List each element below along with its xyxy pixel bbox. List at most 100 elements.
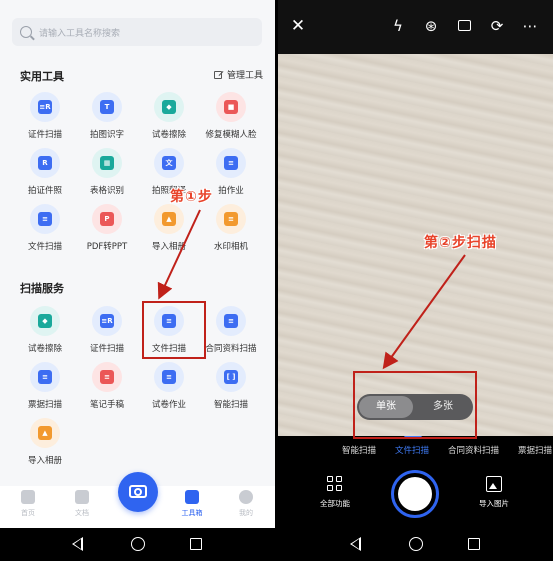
document-icon [75,490,89,504]
recents-icon[interactable] [190,538,202,550]
search-bar[interactable]: 请输入工具名称搜索 [12,18,262,46]
more-icon[interactable]: ⋯ [520,16,540,36]
tool-icon: ≡ [216,306,246,336]
tool-item[interactable]: ≡R 证件扫描 [13,92,77,140]
camera-button[interactable] [118,472,158,512]
tool-label: 文件扫描 [27,242,62,252]
tool-item[interactable]: ◆ 试卷擦除 [13,306,77,354]
tool-item[interactable]: ≡ 水印相机 [199,204,263,252]
import-image-button[interactable]: 导入图片 [464,476,524,509]
all-functions-button[interactable]: 全部功能 [305,476,365,509]
tool-icon-glyph: ▦ [100,156,114,170]
camera-screen: ✕ ϟ ⊛ ⟳ ⋯ 单张 多张 智能扫描 文件扫描 合同资料扫描 票据扫描 全部… [278,0,553,561]
mode-smart-scan[interactable]: 智能扫描 [342,444,376,456]
tool-icon-glyph: R [38,156,52,170]
tool-icon-glyph: T [100,100,114,114]
camera-toolbar: ✕ ϟ ⊛ ⟳ ⋯ [278,0,553,54]
flash-off-icon[interactable]: ϟ [388,16,408,36]
tool-label: 试卷作业 [151,400,186,410]
manage-tools-button[interactable]: 管理工具 [213,68,263,81]
tool-item[interactable]: ≡ 笔记手稿 [75,362,139,410]
tool-item[interactable]: ≡R 证件扫描 [75,306,139,354]
tool-label: PDF转PPT [86,242,128,252]
tool-item[interactable]: ≡ 票据扫描 [13,362,77,410]
tool-icon: ≡ [30,362,60,392]
tool-icon-glyph: ≡ [100,370,114,384]
tool-icon: ▦ [92,148,122,178]
search-icon [20,26,32,38]
tool-label: 证件扫描 [27,130,62,140]
tool-icon: ≡ [154,362,184,392]
tool-label: 表格识别 [89,186,124,196]
tool-icon-glyph: ≡R [38,100,52,114]
tool-icon-glyph: ◆ [162,100,176,114]
tool-icon-glyph: ≡ [162,370,176,384]
nav-docs-label: 文档 [75,509,89,517]
section-title-practical: 实用工具 [20,70,64,83]
shutter-button[interactable] [391,470,439,518]
all-functions-label: 全部功能 [320,499,350,508]
nav-home[interactable]: 首页 [8,490,48,518]
tool-item[interactable]: [ ] 智能扫描 [199,362,263,410]
tool-label: 修复模糊人脸 [205,130,257,140]
tool-icon: ≡ [216,204,246,234]
tool-label: 笔记手稿 [89,400,124,410]
back-icon[interactable] [72,537,83,551]
tool-icon: [ ] [216,362,246,392]
tool-item[interactable]: R 拍证件照 [13,148,77,196]
tool-item[interactable]: ≡ 合同资料扫描 [199,306,263,354]
tool-item[interactable]: ≡ 文件扫描 [13,204,77,252]
close-icon[interactable]: ✕ [288,16,308,36]
toolbox-icon [185,490,199,504]
tool-icon-glyph: ≡R [100,314,114,328]
tool-icon-glyph: ▲ [38,426,52,440]
tool-icon-glyph: 文 [162,156,176,170]
mode-file-scan[interactable]: 文件扫描 [395,444,429,456]
rotate-icon[interactable]: ⟳ [487,16,507,36]
tool-item[interactable]: ▲ 导入相册 [137,204,201,252]
tool-label: 票据扫描 [27,400,62,410]
tool-icon-glyph: ◆ [38,314,52,328]
tool-icon: ≡R [30,92,60,122]
nav-docs[interactable]: 文档 [62,490,102,518]
tool-icon: ■ [216,92,246,122]
recents-icon[interactable] [468,538,480,550]
grid-icon [327,476,343,492]
profile-icon [239,490,253,504]
edit-icon [213,70,222,79]
toolbox-screen: 请输入工具名称搜索 实用工具 管理工具 ≡R 证件扫描 T 拍图识字 ◆ 试卷擦除 ■ 修复模… [0,0,275,561]
tool-icon-glyph: P [100,212,114,226]
tool-icon: ◆ [154,92,184,122]
tool-item[interactable]: ▦ 表格识别 [75,148,139,196]
tool-item[interactable]: P PDF转PPT [75,204,139,252]
filter-icon[interactable]: ⊛ [421,16,441,36]
tool-label: 证件扫描 [89,344,124,354]
mode-receipt-scan[interactable]: 票据扫描 [518,444,552,456]
home-circle-icon[interactable] [409,537,423,551]
nav-toolbox[interactable]: 工具箱 [172,490,212,518]
home-circle-icon[interactable] [131,537,145,551]
mode-contract-scan[interactable]: 合同资料扫描 [448,444,499,456]
tool-item[interactable]: ■ 修复模糊人脸 [199,92,263,140]
tool-label: 合同资料扫描 [205,344,257,354]
tool-label: 智能扫描 [213,400,248,410]
hd-icon[interactable] [454,16,474,36]
tool-item[interactable]: T 拍图识字 [75,92,139,140]
nav-toolbox-label: 工具箱 [181,509,203,517]
tool-icon-glyph: ≡ [38,370,52,384]
tool-item[interactable]: ▲ 导入相册 [13,418,77,466]
tool-icon: ▲ [154,204,184,234]
tool-icon-glyph: ≡ [224,212,238,226]
search-placeholder: 请输入工具名称搜索 [39,28,121,39]
nav-profile[interactable]: 我的 [226,490,266,518]
tool-label: 导入相册 [27,456,62,466]
back-icon[interactable] [350,537,361,551]
tool-item[interactable]: ≡ 试卷作业 [137,362,201,410]
tool-icon-glyph: ≡ [38,212,52,226]
tool-label: 拍图识字 [89,130,124,140]
step1-annotation: 第①步 [170,189,213,205]
tool-item[interactable]: ◆ 试卷擦除 [137,92,201,140]
tool-icon: ≡ [92,362,122,392]
image-icon [486,476,502,492]
tool-icon-glyph: [ ] [224,370,238,384]
